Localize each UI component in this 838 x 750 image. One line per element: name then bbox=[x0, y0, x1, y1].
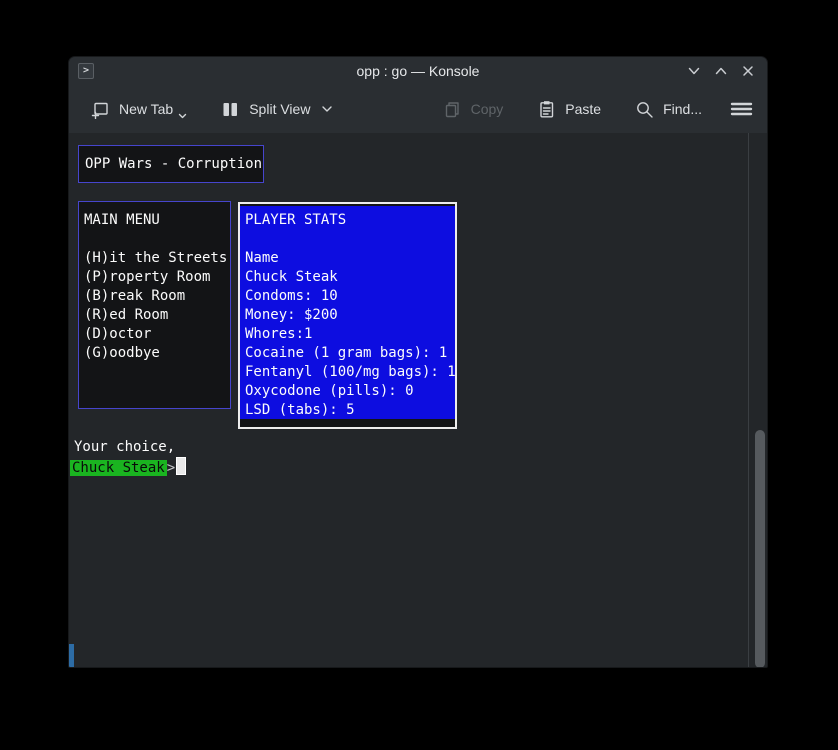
toolbar: New Tab Split View Copy bbox=[69, 85, 767, 133]
window-title: opp : go — Konsole bbox=[69, 63, 767, 79]
menu-item-break-room: (B)reak Room bbox=[84, 287, 230, 306]
activity-indicator bbox=[69, 644, 74, 668]
split-view-button[interactable]: Split View bbox=[219, 92, 335, 126]
prompt-question: Your choice, bbox=[70, 438, 186, 457]
player-stats-panel: PLAYER STATS Name Chuck Steak Condoms: 1… bbox=[240, 206, 455, 419]
scrollbar-thumb[interactable] bbox=[755, 430, 765, 668]
stat-whores: Whores:1 bbox=[245, 325, 455, 344]
stat-condoms: Condoms: 10 bbox=[245, 287, 455, 306]
menu-item-doctor: (D)octor bbox=[84, 325, 230, 344]
main-menu-title: MAIN MENU bbox=[84, 211, 230, 230]
chevron-up-icon bbox=[714, 64, 728, 78]
maximize-button[interactable] bbox=[712, 62, 730, 80]
paste-label: Paste bbox=[565, 101, 601, 117]
konsole-app-icon: > bbox=[78, 63, 94, 79]
konsole-window: > opp : go — Konsole New Tab bbox=[68, 56, 768, 668]
titlebar[interactable]: > opp : go — Konsole bbox=[69, 57, 767, 85]
new-tab-label: New Tab bbox=[119, 101, 173, 117]
paste-icon bbox=[537, 100, 556, 119]
player-stats-box: PLAYER STATS Name Chuck Steak Condoms: 1… bbox=[238, 202, 457, 429]
stat-cocaine: Cocaine (1 gram bags): 1 bbox=[245, 344, 455, 363]
scrollbar-track[interactable] bbox=[748, 133, 749, 668]
copy-label: Copy bbox=[471, 101, 504, 117]
hamburger-icon bbox=[730, 100, 753, 118]
prompt-player-name: Chuck Steak bbox=[70, 460, 167, 476]
menu-item-red-room: (R)ed Room bbox=[84, 306, 230, 325]
game-title: OPP Wars - Corruption bbox=[85, 155, 262, 174]
menu-button[interactable] bbox=[730, 100, 753, 118]
main-menu-box: MAIN MENU (H)it the Streets (P)roperty R… bbox=[78, 201, 231, 409]
prompt-input-line: Chuck Steak> bbox=[70, 457, 186, 476]
chevron-down-icon bbox=[687, 64, 701, 78]
close-icon bbox=[741, 64, 755, 78]
new-tab-button[interactable]: New Tab bbox=[89, 92, 189, 126]
command-prompt[interactable]: Your choice, Chuck Steak> bbox=[70, 438, 186, 476]
split-view-label: Split View bbox=[249, 101, 310, 117]
window-controls bbox=[685, 62, 767, 80]
chevron-down-icon bbox=[178, 113, 187, 119]
stat-lsd: LSD (tabs): 5 bbox=[245, 401, 455, 419]
find-button[interactable]: Find... bbox=[633, 92, 704, 126]
menu-item-hit-the-streets: (H)it the Streets bbox=[84, 249, 230, 268]
stat-player-name: Chuck Steak bbox=[245, 268, 455, 287]
terminal-cursor bbox=[176, 457, 186, 475]
terminal-screen[interactable]: OPP Wars - Corruption MAIN MENU (H)it th… bbox=[69, 133, 767, 668]
split-view-icon bbox=[221, 100, 240, 119]
menu-item-property-room: (P)roperty Room bbox=[84, 268, 230, 287]
player-stats-title: PLAYER STATS bbox=[245, 211, 455, 230]
stat-fentanyl: Fentanyl (100/mg bags): 1 bbox=[245, 363, 455, 382]
stat-money: Money: $200 bbox=[245, 306, 455, 325]
copy-button[interactable]: Copy bbox=[441, 92, 506, 126]
find-label: Find... bbox=[663, 101, 702, 117]
search-icon bbox=[635, 100, 654, 119]
new-tab-icon bbox=[91, 100, 110, 119]
minimize-button[interactable] bbox=[685, 62, 703, 80]
close-button[interactable] bbox=[739, 62, 757, 80]
game-title-box: OPP Wars - Corruption bbox=[78, 145, 264, 183]
prompt-caret: > bbox=[167, 460, 175, 476]
paste-button[interactable]: Paste bbox=[535, 92, 603, 126]
stat-oxycodone: Oxycodone (pills): 0 bbox=[245, 382, 455, 401]
copy-icon bbox=[443, 100, 462, 119]
menu-item-goodbye: (G)oodbye bbox=[84, 344, 230, 363]
stat-name-label: Name bbox=[245, 249, 455, 268]
chevron-down-icon bbox=[321, 105, 333, 113]
